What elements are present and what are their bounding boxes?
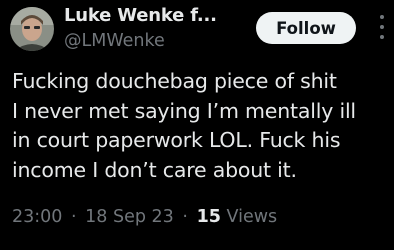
tweet-text-line: in court paperwork LOL. Fuck his <box>12 128 341 152</box>
separator: · <box>71 207 77 227</box>
display-name[interactable]: Luke Wenke f... <box>64 5 217 26</box>
tweet-text: Fucking douchebag piece of shit I never … <box>12 67 394 185</box>
separator: · <box>182 207 188 227</box>
follow-button[interactable]: Follow <box>256 12 356 44</box>
tweet: Luke Wenke f... @LMWenke Follow Fucking … <box>0 0 394 250</box>
more-dots-icon[interactable] <box>379 13 385 41</box>
avatar-image <box>10 7 54 51</box>
avatar[interactable] <box>10 7 54 51</box>
views-count[interactable]: 15 <box>197 207 221 227</box>
views-label[interactable]: Views <box>227 207 278 227</box>
user-handle[interactable]: @LMWenke <box>64 31 165 51</box>
tweet-text-line: income I don’t care about it. <box>12 157 297 182</box>
tweet-text-line: Fucking douchebag piece of shit <box>12 69 337 93</box>
tweet-date[interactable]: 18 Sep 23 <box>85 207 174 227</box>
tweet-meta: 23:00 · 18 Sep 23 · 15 Views <box>12 207 277 227</box>
tweet-text-line: I never met saying I’m mentally ill <box>12 98 356 123</box>
tweet-time[interactable]: 23:00 <box>12 207 62 227</box>
